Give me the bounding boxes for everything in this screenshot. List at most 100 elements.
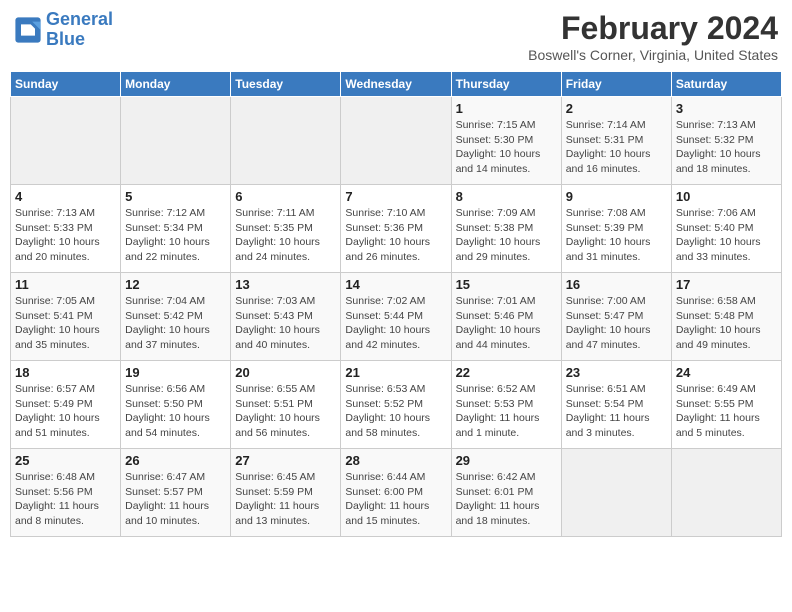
day-number: 9 (566, 189, 667, 204)
calendar-cell (11, 97, 121, 185)
day-number: 1 (456, 101, 557, 116)
calendar-cell: 2Sunrise: 7:14 AMSunset: 5:31 PMDaylight… (561, 97, 671, 185)
day-number: 28 (345, 453, 446, 468)
day-number: 26 (125, 453, 226, 468)
week-row-1: 1 Sunrise: 7:15 AMSunset: 5:30 PMDaylight… (11, 97, 782, 185)
day-number: 18 (15, 365, 116, 380)
day-info: Sunrise: 7:01 AMSunset: 5:46 PMDaylight:… (456, 294, 557, 353)
day-info: Sunrise: 7:10 AMSunset: 5:36 PMDaylight:… (345, 206, 446, 265)
day-info: Sunrise: 7:05 AMSunset: 5:41 PMDaylight:… (15, 294, 116, 353)
day-number: 5 (125, 189, 226, 204)
calendar-cell (561, 449, 671, 537)
calendar-cell: 29 Sunrise: 6:42 AMSunset: 6:01 PMDayligh… (451, 449, 561, 537)
day-header-thursday: Thursday (451, 72, 561, 97)
logo-line1: General (46, 9, 113, 29)
week-row-4: 18 Sunrise: 6:57 AMSunset: 5:49 PMDayligh… (11, 361, 782, 449)
day-info: Sunrise: 7:08 AMSunset: 5:39 PMDaylight:… (566, 206, 667, 265)
calendar-header: SundayMondayTuesdayWednesdayThursdayFrid… (11, 72, 782, 97)
calendar-cell: 17 Sunrise: 6:58 AMSunset: 5:48 PMDayligh… (671, 273, 781, 361)
location-title: Boswell's Corner, Virginia, United State… (528, 47, 778, 63)
calendar-cell: 22Sunrise: 6:52 AMSunset: 5:53 PMDayligh… (451, 361, 561, 449)
day-number: 16 (566, 277, 667, 292)
page-header: General Blue February 2024 Boswell's Cor… (10, 10, 782, 63)
day-info: Sunrise: 7:03 AMSunset: 5:43 PMDaylight:… (235, 294, 336, 353)
day-number: 10 (676, 189, 777, 204)
day-number: 4 (15, 189, 116, 204)
calendar-cell: 7 Sunrise: 7:10 AMSunset: 5:36 PMDaylight… (341, 185, 451, 273)
logo-line2: Blue (46, 29, 85, 49)
day-number: 24 (676, 365, 777, 380)
calendar-cell: 18 Sunrise: 6:57 AMSunset: 5:49 PMDayligh… (11, 361, 121, 449)
calendar-cell: 9 Sunrise: 7:08 AMSunset: 5:39 PMDaylight… (561, 185, 671, 273)
day-header-saturday: Saturday (671, 72, 781, 97)
day-info: Sunrise: 7:04 AMSunset: 5:42 PMDaylight:… (125, 294, 226, 353)
day-info: Sunrise: 6:42 AMSunset: 6:01 PMDaylight:… (456, 470, 557, 529)
day-info: Sunrise: 6:49 AMSunset: 5:55 PMDaylight:… (676, 382, 777, 441)
calendar-cell: 11 Sunrise: 7:05 AMSunset: 5:41 PMDayligh… (11, 273, 121, 361)
day-info: Sunrise: 6:55 AMSunset: 5:51 PMDaylight:… (235, 382, 336, 441)
day-info: Sunrise: 6:47 AMSunset: 5:57 PMDaylight:… (125, 470, 226, 529)
calendar-cell: 28Sunrise: 6:44 AMSunset: 6:00 PMDayligh… (341, 449, 451, 537)
day-number: 25 (15, 453, 116, 468)
day-number: 6 (235, 189, 336, 204)
calendar-cell (121, 97, 231, 185)
day-number: 3 (676, 101, 777, 116)
day-number: 17 (676, 277, 777, 292)
calendar-cell: 3 Sunrise: 7:13 AMSunset: 5:32 PMDaylight… (671, 97, 781, 185)
day-number: 14 (345, 277, 446, 292)
calendar-cell: 8Sunrise: 7:09 AMSunset: 5:38 PMDaylight… (451, 185, 561, 273)
day-info: Sunrise: 6:48 AMSunset: 5:56 PMDaylight:… (15, 470, 116, 529)
day-number: 20 (235, 365, 336, 380)
calendar-cell: 5Sunrise: 7:12 AMSunset: 5:34 PMDaylight… (121, 185, 231, 273)
calendar-body: 1 Sunrise: 7:15 AMSunset: 5:30 PMDaylight… (11, 97, 782, 537)
calendar-cell (341, 97, 451, 185)
day-header-wednesday: Wednesday (341, 72, 451, 97)
day-info: Sunrise: 7:15 AMSunset: 5:30 PMDaylight:… (456, 118, 557, 177)
day-header-monday: Monday (121, 72, 231, 97)
day-number: 23 (566, 365, 667, 380)
calendar-cell: 13 Sunrise: 7:03 AMSunset: 5:43 PMDayligh… (231, 273, 341, 361)
calendar-cell: 1 Sunrise: 7:15 AMSunset: 5:30 PMDaylight… (451, 97, 561, 185)
day-info: Sunrise: 7:00 AMSunset: 5:47 PMDaylight:… (566, 294, 667, 353)
day-number: 27 (235, 453, 336, 468)
day-info: Sunrise: 6:52 AMSunset: 5:53 PMDaylight:… (456, 382, 557, 441)
month-title: February 2024 (528, 10, 778, 47)
logo-icon (14, 16, 42, 44)
week-row-3: 11 Sunrise: 7:05 AMSunset: 5:41 PMDayligh… (11, 273, 782, 361)
day-number: 15 (456, 277, 557, 292)
day-number: 2 (566, 101, 667, 116)
day-info: Sunrise: 7:06 AMSunset: 5:40 PMDaylight:… (676, 206, 777, 265)
day-header-tuesday: Tuesday (231, 72, 341, 97)
calendar-cell: 24 Sunrise: 6:49 AMSunset: 5:55 PMDayligh… (671, 361, 781, 449)
header-row: SundayMondayTuesdayWednesdayThursdayFrid… (11, 72, 782, 97)
calendar-cell: 6Sunrise: 7:11 AMSunset: 5:35 PMDaylight… (231, 185, 341, 273)
day-info: Sunrise: 6:45 AMSunset: 5:59 PMDaylight:… (235, 470, 336, 529)
day-number: 11 (15, 277, 116, 292)
day-info: Sunrise: 7:09 AMSunset: 5:38 PMDaylight:… (456, 206, 557, 265)
week-row-2: 4Sunrise: 7:13 AMSunset: 5:33 PMDaylight… (11, 185, 782, 273)
calendar-cell: 26 Sunrise: 6:47 AMSunset: 5:57 PMDayligh… (121, 449, 231, 537)
calendar-cell: 16 Sunrise: 7:00 AMSunset: 5:47 PMDayligh… (561, 273, 671, 361)
calendar-cell: 4Sunrise: 7:13 AMSunset: 5:33 PMDaylight… (11, 185, 121, 273)
calendar-cell: 23Sunrise: 6:51 AMSunset: 5:54 PMDayligh… (561, 361, 671, 449)
logo: General Blue (14, 10, 113, 50)
day-number: 7 (345, 189, 446, 204)
calendar-cell: 19 Sunrise: 6:56 AMSunset: 5:50 PMDayligh… (121, 361, 231, 449)
day-number: 29 (456, 453, 557, 468)
day-info: Sunrise: 7:13 AMSunset: 5:32 PMDaylight:… (676, 118, 777, 177)
logo-text: General Blue (46, 10, 113, 50)
calendar-cell: 20 Sunrise: 6:55 AMSunset: 5:51 PMDayligh… (231, 361, 341, 449)
day-info: Sunrise: 6:58 AMSunset: 5:48 PMDaylight:… (676, 294, 777, 353)
title-block: February 2024 Boswell's Corner, Virginia… (528, 10, 778, 63)
day-info: Sunrise: 6:53 AMSunset: 5:52 PMDaylight:… (345, 382, 446, 441)
calendar-cell: 10 Sunrise: 7:06 AMSunset: 5:40 PMDayligh… (671, 185, 781, 273)
day-number: 21 (345, 365, 446, 380)
calendar-cell: 15 Sunrise: 7:01 AMSunset: 5:46 PMDayligh… (451, 273, 561, 361)
day-header-sunday: Sunday (11, 72, 121, 97)
day-number: 13 (235, 277, 336, 292)
calendar-table: SundayMondayTuesdayWednesdayThursdayFrid… (10, 71, 782, 537)
calendar-cell: 25 Sunrise: 6:48 AMSunset: 5:56 PMDayligh… (11, 449, 121, 537)
day-info: Sunrise: 6:57 AMSunset: 5:49 PMDaylight:… (15, 382, 116, 441)
day-number: 19 (125, 365, 226, 380)
day-info: Sunrise: 6:56 AMSunset: 5:50 PMDaylight:… (125, 382, 226, 441)
